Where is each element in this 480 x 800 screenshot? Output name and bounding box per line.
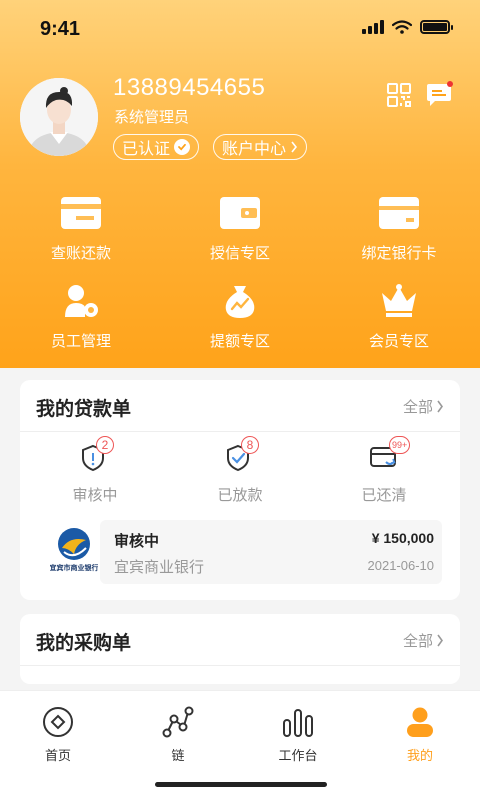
quick-action-label: 提额专区 (209, 333, 270, 350)
quick-action-employee[interactable]: 员工管理 (21, 280, 141, 351)
loan-stat-repaid[interactable]: 99+ 已还清 (334, 436, 434, 505)
view-all-label: 全部 (402, 399, 433, 416)
loan-stat-label: 已还清 (361, 487, 407, 504)
check-icon (174, 139, 191, 155)
home-indicator (155, 782, 327, 787)
signal-icon (362, 20, 384, 34)
card-icon (58, 192, 104, 234)
user-phone: 13889454655 (113, 74, 266, 101)
purchases-view-all-link[interactable]: 全部 (403, 630, 444, 651)
crown-icon (376, 280, 422, 322)
status-time: 9:41 (40, 18, 81, 40)
user-avatar-icon (20, 78, 98, 156)
loan-stat-disbursed[interactable]: 8 已放款 (190, 436, 290, 505)
verified-badge[interactable]: 已认证 (113, 134, 200, 160)
chevron-right-icon (437, 400, 443, 413)
divider (20, 431, 460, 432)
user-role: 系统管理员 (114, 109, 190, 126)
tab-workbench[interactable]: 工作台 (258, 705, 338, 764)
tab-chain[interactable]: 链 (138, 705, 218, 764)
quick-action-credit[interactable]: 授信专区 (180, 192, 300, 263)
home-diamond-icon (40, 705, 76, 739)
bar-chart-icon (280, 705, 316, 739)
loans-card: 我的贷款单 全部 2 审核中 8 已放款 99+ 已还清 宜宾市商业银行 审核中… (20, 380, 460, 600)
tab-label: 我的 (406, 748, 433, 763)
avatar[interactable] (20, 78, 98, 156)
tab-mine[interactable]: 我的 (380, 705, 460, 764)
shield-check-icon: 8 (225, 436, 259, 472)
battery-icon (420, 20, 453, 34)
qr-code-icon[interactable] (386, 82, 412, 108)
employee-icon (58, 280, 104, 322)
loan-status: 审核中 (114, 533, 160, 550)
wallet-icon (217, 192, 263, 234)
badge-count: 99+ (389, 436, 411, 454)
tab-home[interactable]: 首页 (18, 705, 98, 764)
wifi-icon (392, 20, 412, 34)
quick-action-label: 会员专区 (368, 333, 429, 350)
message-icon[interactable] (424, 80, 454, 110)
loan-amount: ¥ 150,000 (371, 530, 434, 546)
verified-label: 已认证 (122, 141, 171, 158)
bank-logo-text: 宜宾市商业银行 (50, 563, 98, 572)
purchases-card: 我的采购单 全部 (20, 614, 460, 684)
bank-card-icon (376, 192, 422, 234)
quick-action-bind-card[interactable]: 绑定银行卡 (339, 192, 459, 263)
quick-action-label: 员工管理 (50, 333, 111, 350)
chevron-right-icon (437, 634, 443, 647)
quick-action-member[interactable]: 会员专区 (339, 280, 459, 351)
user-icon (402, 705, 438, 739)
loan-date: 2021-06-10 (367, 558, 435, 573)
tab-label: 链 (171, 748, 185, 763)
quick-action-label: 授信专区 (209, 245, 270, 262)
account-center-label: 账户中心 (222, 141, 287, 158)
status-bar: 9:41 (0, 0, 480, 56)
quick-action-label: 查账还款 (50, 245, 111, 262)
account-center-button[interactable]: 账户中心 (213, 134, 308, 160)
card-refresh-icon: 99+ (369, 436, 411, 472)
loan-list-item[interactable]: 审核中 ¥ 150,000 宜宾商业银行 2021-06-10 (100, 520, 442, 584)
loan-stat-label: 审核中 (72, 487, 118, 504)
divider (20, 665, 460, 666)
badge-count: 8 (241, 436, 259, 454)
quick-action-check-repay[interactable]: 查账还款 (21, 192, 141, 263)
tab-label: 首页 (44, 748, 71, 763)
money-bag-icon (217, 280, 263, 322)
chain-nodes-icon (160, 705, 196, 739)
shield-alert-icon: 2 (80, 436, 114, 472)
badge-count: 2 (96, 436, 114, 454)
bank-logo: 宜宾市商业银行 (50, 528, 98, 572)
quick-action-raise-limit[interactable]: 提额专区 (180, 280, 300, 351)
loan-bank-name: 宜宾商业银行 (114, 559, 205, 576)
loans-title: 我的贷款单 (36, 399, 132, 420)
quick-action-label: 绑定银行卡 (361, 245, 437, 262)
purchases-title: 我的采购单 (36, 633, 132, 654)
loan-stat-label: 已放款 (217, 487, 263, 504)
loan-stat-reviewing[interactable]: 2 审核中 (45, 436, 145, 505)
view-all-label: 全部 (402, 633, 433, 650)
loans-view-all-link[interactable]: 全部 (403, 396, 444, 417)
tab-label: 工作台 (278, 748, 318, 763)
chevron-right-icon (291, 141, 298, 153)
